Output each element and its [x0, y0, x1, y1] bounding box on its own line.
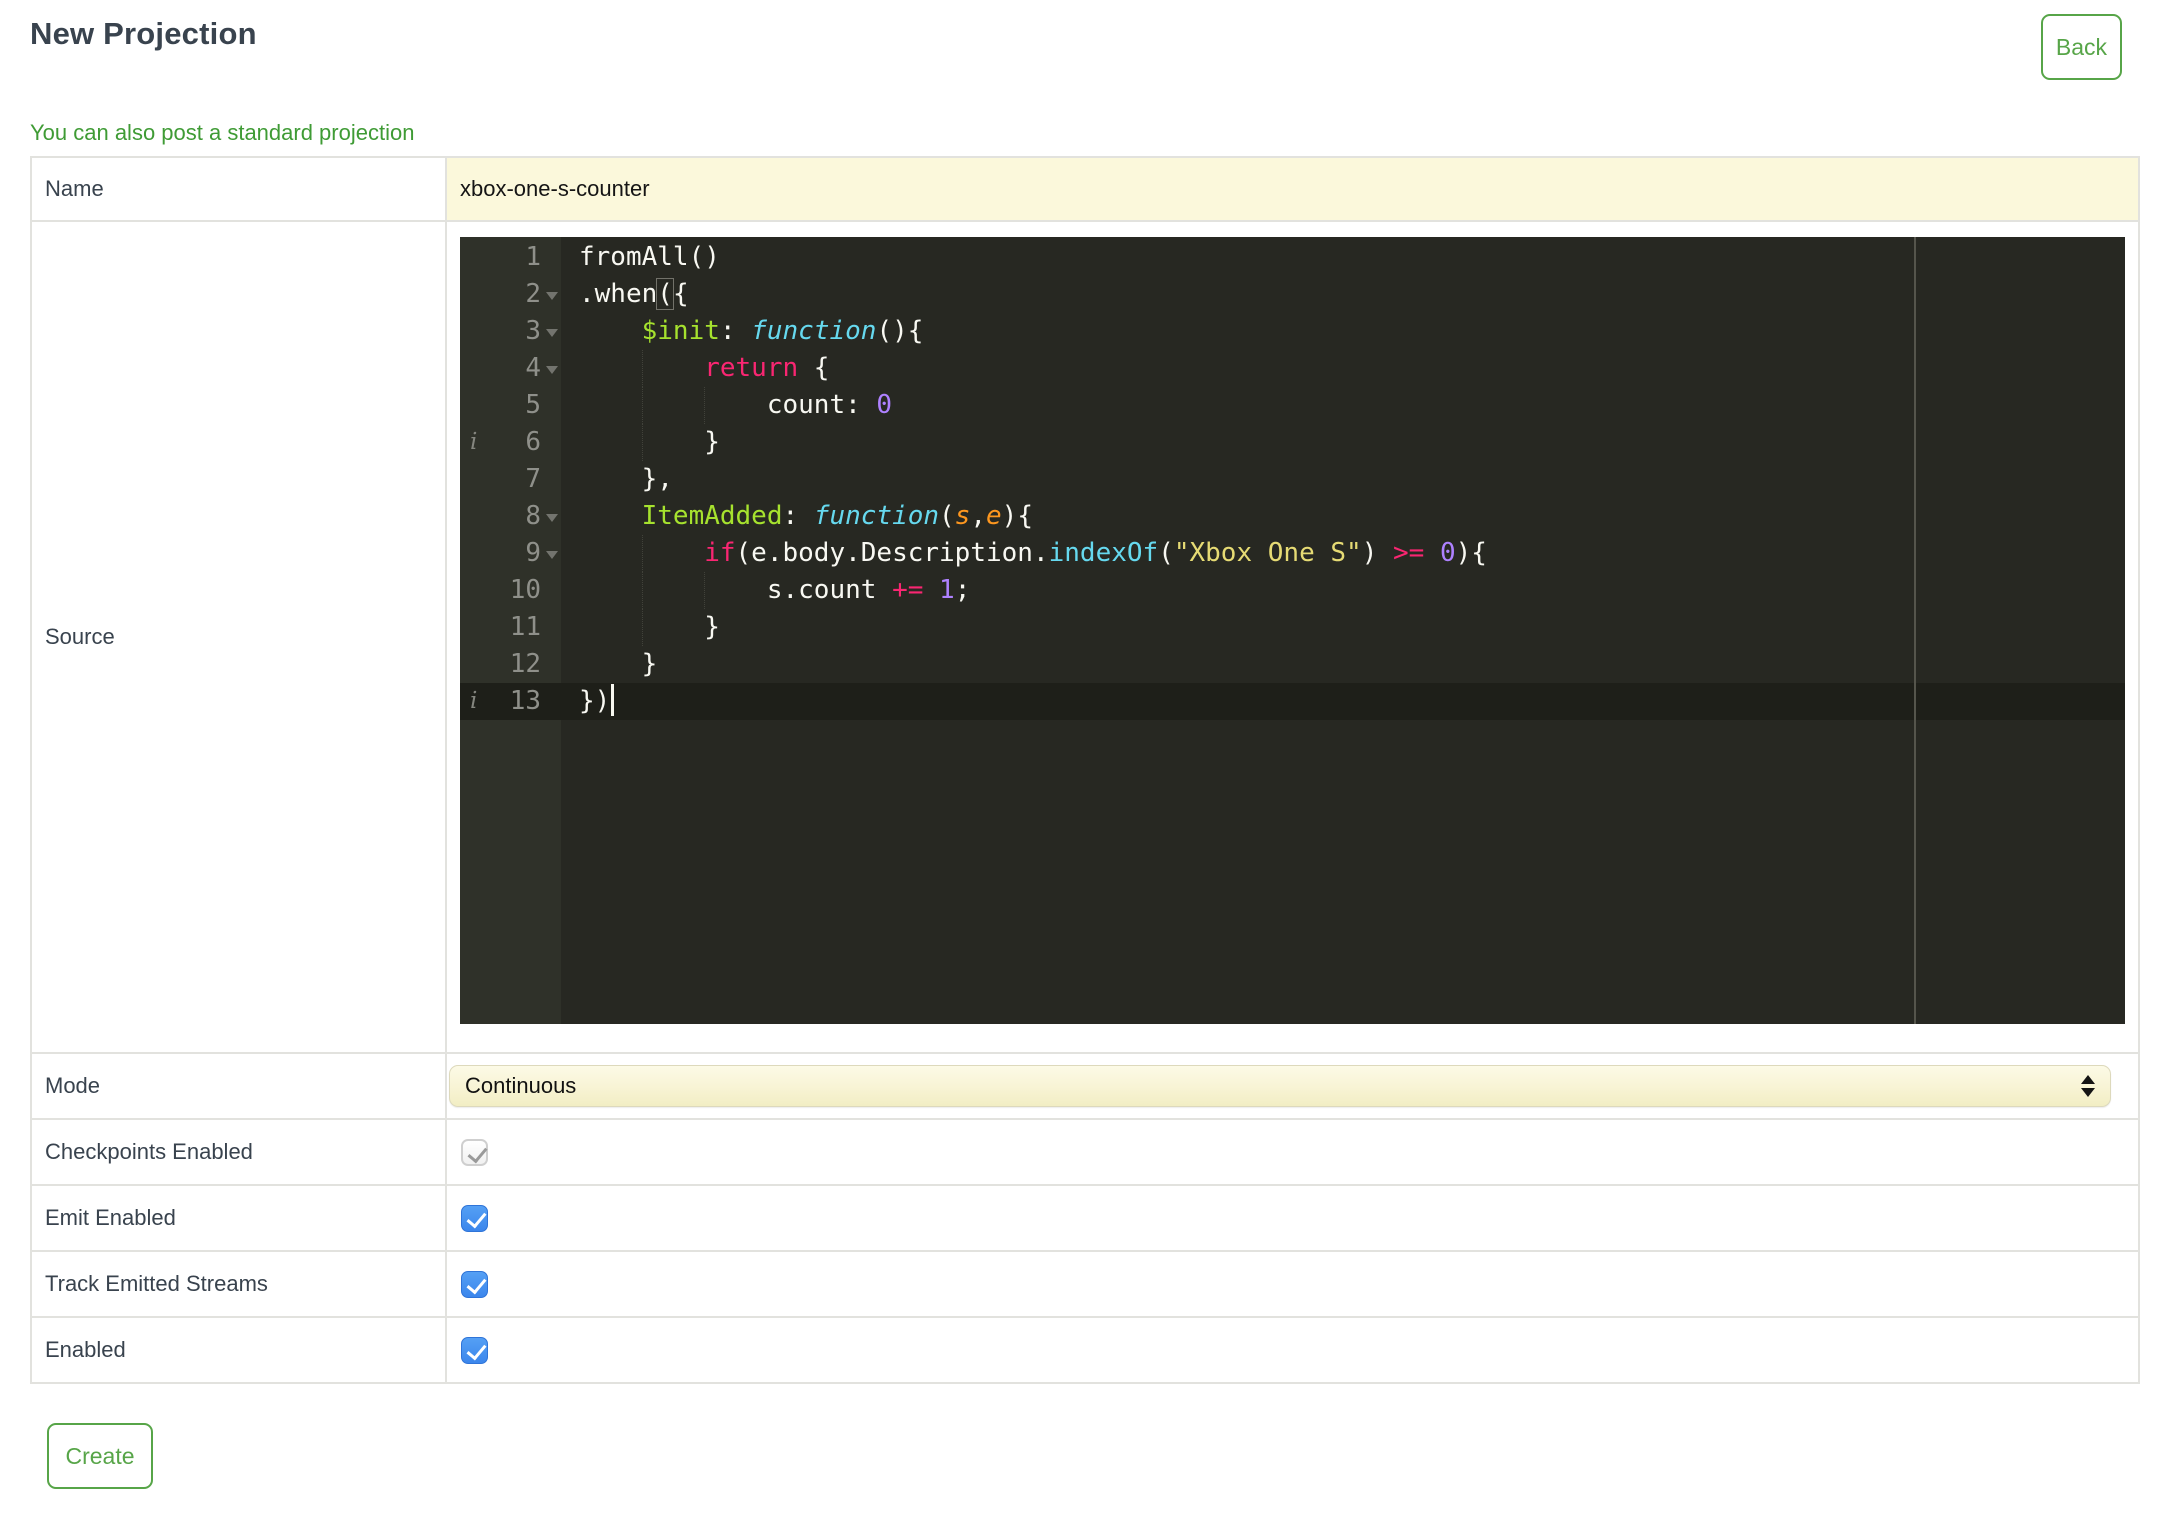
fold-caret-icon[interactable] — [546, 513, 558, 522]
table-row: Source 1 2 3 4 5 i 6 7 8 9 10 11 12 i 13 fromAll() .whe… — [30, 220, 2140, 1054]
gutter-line-5: 5 — [525, 390, 541, 420]
text-cursor — [611, 684, 614, 716]
table-row: Checkpoints Enabled — [30, 1118, 2140, 1186]
gutter-line-2: 2 — [460, 276, 561, 313]
name-input[interactable]: xbox-one-s-counter — [447, 158, 2138, 220]
checkpoints-enabled-label: Checkpoints Enabled — [30, 1118, 447, 1186]
code-line-13: }) — [561, 683, 2125, 720]
source-code-editor[interactable]: 1 2 3 4 5 i 6 7 8 9 10 11 12 i 13 fromAll() .when({$ini… — [460, 237, 2125, 1024]
info-annotation-icon: i — [470, 688, 478, 714]
code-line-6: } — [561, 424, 2125, 461]
emit-enabled-label: Emit Enabled — [30, 1184, 447, 1252]
track-emitted-streams-checkbox[interactable] — [461, 1270, 488, 1298]
page: New Projection Back You can also post a … — [30, 0, 2140, 1511]
code-line-9: if(e.body.Description.indexOf("Xbox One … — [561, 535, 2125, 572]
top-bar: New Projection Back — [30, 0, 2140, 84]
code-line-7: }, — [641, 464, 673, 494]
name-label: Name — [30, 156, 447, 222]
gutter-line-13: i 13 — [460, 683, 561, 720]
gutter-line-12: 12 — [509, 649, 541, 679]
code-line-8: ItemAdded: function(s,e){ — [641, 501, 1033, 531]
create-button[interactable]: Create — [47, 1423, 153, 1489]
code-line-2: .when({ — [579, 278, 689, 310]
table-row: Name xbox-one-s-counter — [30, 156, 2140, 222]
table-row: Enabled — [30, 1316, 2140, 1384]
gutter-line-11: 11 — [509, 612, 541, 642]
mode-select[interactable]: Continuous — [449, 1065, 2111, 1107]
projection-form-table: Name xbox-one-s-counter Source 12345i678… — [30, 156, 2140, 1384]
code-line-5: count: 0 — [561, 387, 2125, 424]
code-line-11: } — [561, 609, 2125, 646]
checkpoints-enabled-checkbox — [461, 1138, 488, 1166]
source-label: Source — [30, 220, 447, 1054]
back-button[interactable]: Back — [2041, 14, 2122, 80]
select-arrows-icon — [2081, 1075, 2095, 1097]
code-line-1: fromAll() — [579, 242, 720, 272]
mode-label: Mode — [30, 1052, 447, 1120]
gutter-line-10: 10 — [509, 575, 541, 605]
gutter-line-6: i6 — [460, 424, 561, 461]
gutter-line-8: 8 — [460, 498, 561, 535]
editor-code[interactable]: fromAll() .when({ $init: function(){ return… — [561, 237, 2125, 1024]
enabled-label: Enabled — [30, 1316, 447, 1384]
table-row: Mode Continuous — [30, 1052, 2140, 1120]
table-row: Emit Enabled — [30, 1184, 2140, 1252]
gutter-line-3: 3 — [460, 313, 561, 350]
fold-caret-icon[interactable] — [546, 365, 558, 374]
enabled-checkbox[interactable] — [461, 1336, 488, 1364]
code-line-4: return { — [561, 350, 2125, 387]
page-title: New Projection — [30, 16, 257, 51]
gutter-line-7: 7 — [525, 464, 541, 494]
gutter-line-9: 9 — [460, 535, 561, 572]
code-line-10: s.count += 1; — [561, 572, 2125, 609]
gutter-line-1: 1 — [525, 242, 541, 272]
print-margin-line — [1914, 237, 1916, 1024]
code-line-3: $init: function(){ — [641, 316, 924, 346]
table-row: Track Emitted Streams — [30, 1250, 2140, 1318]
form-table-body: Name xbox-one-s-counter Source 12345i678… — [30, 156, 2140, 1384]
info-annotation-icon: i — [470, 429, 478, 455]
mode-selected-value: Continuous — [465, 1073, 577, 1098]
emit-enabled-checkbox[interactable] — [461, 1204, 488, 1232]
track-emitted-streams-label: Track Emitted Streams — [30, 1250, 447, 1318]
editor-gutter: 1 2 3 4 5 i 6 7 8 9 10 11 12 i 13 — [460, 237, 561, 1024]
fold-caret-icon[interactable] — [546, 328, 558, 337]
fold-caret-icon[interactable] — [546, 291, 558, 300]
standard-projection-link[interactable]: You can also post a standard projection — [30, 120, 414, 146]
code-line-12: } — [641, 649, 658, 679]
fold-caret-icon[interactable] — [546, 550, 558, 559]
gutter-line-4: 4 — [460, 350, 561, 387]
